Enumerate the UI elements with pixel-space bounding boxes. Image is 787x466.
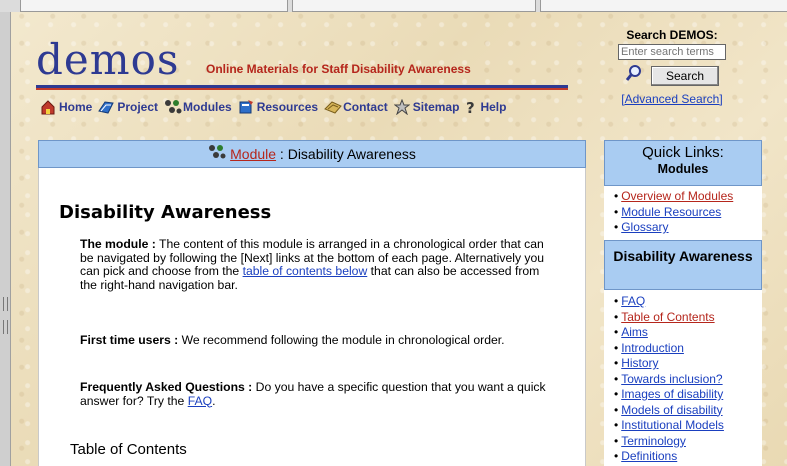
list-item: • Institutional Models — [614, 418, 724, 432]
section-link[interactable]: Introduction — [621, 341, 684, 355]
list-item: • Aims — [614, 325, 648, 339]
nav-project[interactable]: Project — [98, 99, 158, 115]
toc-link[interactable]: table of contents below — [243, 264, 368, 278]
section-link[interactable]: Terminology — [621, 434, 686, 448]
list-item: • Overview of Modules — [614, 189, 734, 203]
nav-label: Modules — [183, 100, 232, 114]
faq-paragraph: Frequently Asked Questions : Do you have… — [80, 380, 550, 408]
frame-splitter[interactable] — [0, 12, 11, 466]
magnifier-icon — [625, 64, 643, 87]
contact-icon — [324, 99, 342, 115]
section-link[interactable]: Towards inclusion? — [621, 372, 722, 386]
para-heading: The module : — [80, 237, 156, 251]
nav-modules[interactable]: Modules — [164, 99, 232, 115]
nav-sitemap[interactable]: Sitemap — [393, 98, 460, 116]
list-item: • Terminology — [614, 433, 686, 448]
list-item: • Introduction — [614, 340, 684, 355]
frame-tab[interactable] — [292, 0, 536, 12]
home-icon — [40, 99, 56, 115]
browser-tab-strip — [0, 0, 787, 12]
breadcrumb-module-link[interactable]: Module — [230, 146, 276, 162]
list-item: • Images of disability — [614, 387, 724, 401]
quick-link[interactable]: Glossary — [621, 220, 668, 234]
section-link[interactable]: History — [621, 356, 658, 370]
toc-heading: Table of Contents — [70, 441, 187, 458]
first-time-paragraph: First time users : We recommend followin… — [80, 333, 550, 348]
search-label: Search DEMOS: — [626, 28, 718, 42]
search-button[interactable]: Search — [651, 65, 719, 86]
search-box: Search DEMOS: Search [Advanced Search] — [614, 28, 730, 106]
list-item: • FAQ — [614, 294, 646, 308]
section-link[interactable]: Definitions — [621, 449, 677, 463]
section-link[interactable]: Models of disability — [621, 403, 722, 417]
modules-icon — [164, 99, 182, 115]
sitemap-icon — [393, 98, 411, 116]
section-link[interactable]: Images of disability — [621, 387, 723, 401]
list-item: • Table of Contents — [614, 309, 715, 324]
header-divider-accent — [36, 88, 568, 90]
list-item: • Models of disability — [614, 402, 723, 417]
nav-resources[interactable]: Resources — [238, 99, 318, 115]
site-logo[interactable]: demos — [36, 36, 179, 84]
nav-label: Contact — [343, 100, 388, 114]
nav-label: Resources — [256, 100, 319, 114]
frame-tab[interactable] — [20, 0, 288, 12]
faq-link[interactable]: FAQ — [188, 394, 212, 408]
advanced-search-link[interactable]: [Advanced Search] — [614, 92, 730, 106]
nav-help[interactable]: ? Help — [465, 99, 507, 117]
list-item: • Glossary — [614, 220, 669, 234]
quick-links-title: Quick Links: — [642, 144, 724, 161]
section-link[interactable]: Table of Contents — [621, 310, 714, 324]
svg-text:?: ? — [466, 99, 475, 115]
quick-links-modules-list: • Overview of Modules • Module Resources •… — [604, 186, 762, 240]
site-tagline: Online Materials for Staff Disability Aw… — [206, 62, 471, 76]
intro-paragraph: The module : The content of this module … — [80, 237, 550, 292]
list-item: • History — [614, 356, 659, 370]
project-icon — [98, 99, 115, 115]
quick-link[interactable]: Overview of Modules — [621, 189, 733, 203]
main-navigation: Home Project Modules Resources Contact S… — [40, 98, 512, 117]
nav-label: Help — [480, 100, 507, 114]
search-input[interactable] — [618, 44, 726, 60]
resources-icon — [238, 99, 254, 115]
section-link[interactable]: FAQ — [621, 294, 645, 308]
nav-label: Project — [117, 100, 159, 114]
nav-label: Sitemap — [412, 100, 460, 114]
para-text: We recommend following the module in chr… — [178, 333, 505, 347]
main-content: Disability Awareness The module : The co… — [38, 168, 586, 466]
disability-awareness-list: • FAQ • Table of Contents • Aims • Introduct… — [604, 290, 762, 466]
quick-links-subtitle: Modules — [657, 162, 709, 176]
help-icon: ? — [465, 99, 477, 117]
splitter-grip — [3, 320, 8, 334]
quick-links-header: Quick Links: Modules — [604, 140, 762, 186]
breadcrumb-current: : Disability Awareness — [276, 146, 416, 162]
module-header: Module : Disability Awareness — [38, 140, 586, 168]
quick-link[interactable]: Module Resources — [621, 205, 721, 219]
para-heading: First time users : — [80, 333, 179, 347]
modules-icon — [208, 142, 226, 168]
section-link[interactable]: Institutional Models — [621, 418, 724, 432]
list-item: • Towards inclusion? — [614, 371, 723, 386]
nav-home[interactable]: Home — [40, 99, 92, 115]
section-title: Disability Awareness — [613, 248, 753, 264]
section-link[interactable]: Aims — [621, 325, 648, 339]
list-item: • Definitions — [614, 449, 678, 463]
para-text: . — [212, 393, 216, 408]
nav-label: Home — [59, 100, 93, 114]
para-heading: Frequently Asked Questions : — [80, 380, 253, 394]
splitter-grip — [3, 297, 8, 311]
page-title: Disability Awareness — [59, 202, 272, 223]
nav-contact[interactable]: Contact — [324, 99, 388, 115]
disability-awareness-header: Disability Awareness — [604, 240, 762, 290]
list-item: • Module Resources — [614, 204, 722, 219]
frame-tab[interactable] — [540, 0, 787, 12]
